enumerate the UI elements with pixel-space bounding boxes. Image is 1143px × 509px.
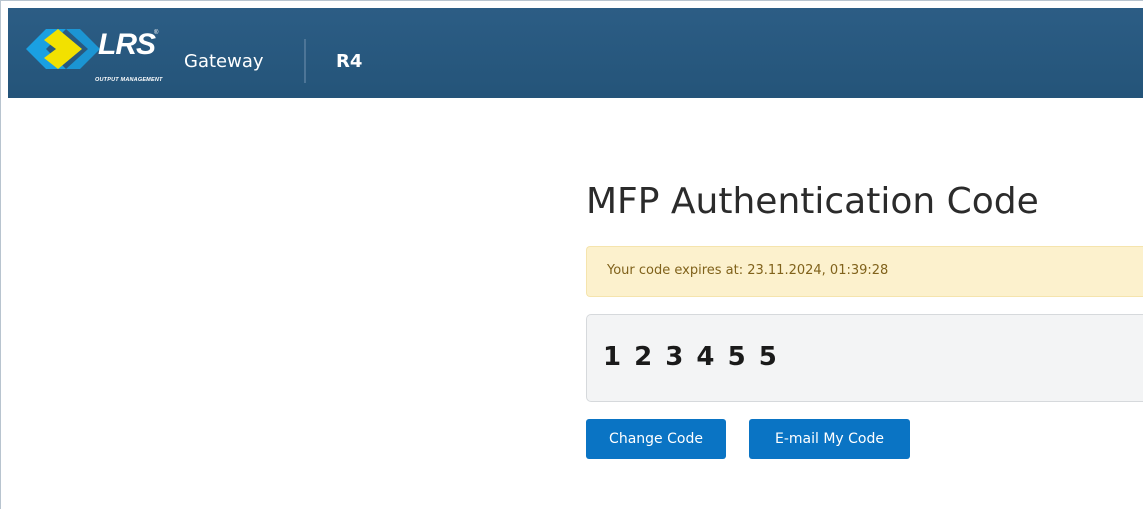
expiry-alert: Your code expires at: 23.11.2024, 01:39:…: [586, 246, 1143, 297]
top-navbar: LRS ® OUTPUT MANAGEMENT Gateway R4: [8, 8, 1143, 98]
brand-trademark: ®: [154, 30, 159, 36]
email-code-button[interactable]: E-mail My Code: [749, 419, 910, 459]
nav-divider: [304, 39, 306, 83]
page-title: MFP Authentication Code: [586, 181, 1039, 222]
change-code-button[interactable]: Change Code: [586, 419, 726, 459]
brand-tagline: OUTPUT MANAGEMENT: [95, 77, 163, 83]
version-label: R4: [336, 51, 363, 72]
nav-gateway-link[interactable]: Gateway: [184, 51, 264, 73]
brand-logo-link[interactable]: LRS ® OUTPUT MANAGEMENT: [8, 8, 178, 98]
auth-code: 1 2 3 4 5 5: [603, 342, 779, 372]
auth-code-box: 1 2 3 4 5 5: [586, 314, 1143, 402]
brand-name: LRS: [98, 28, 156, 61]
expiry-message: Your code expires at: 23.11.2024, 01:39:…: [607, 263, 889, 278]
